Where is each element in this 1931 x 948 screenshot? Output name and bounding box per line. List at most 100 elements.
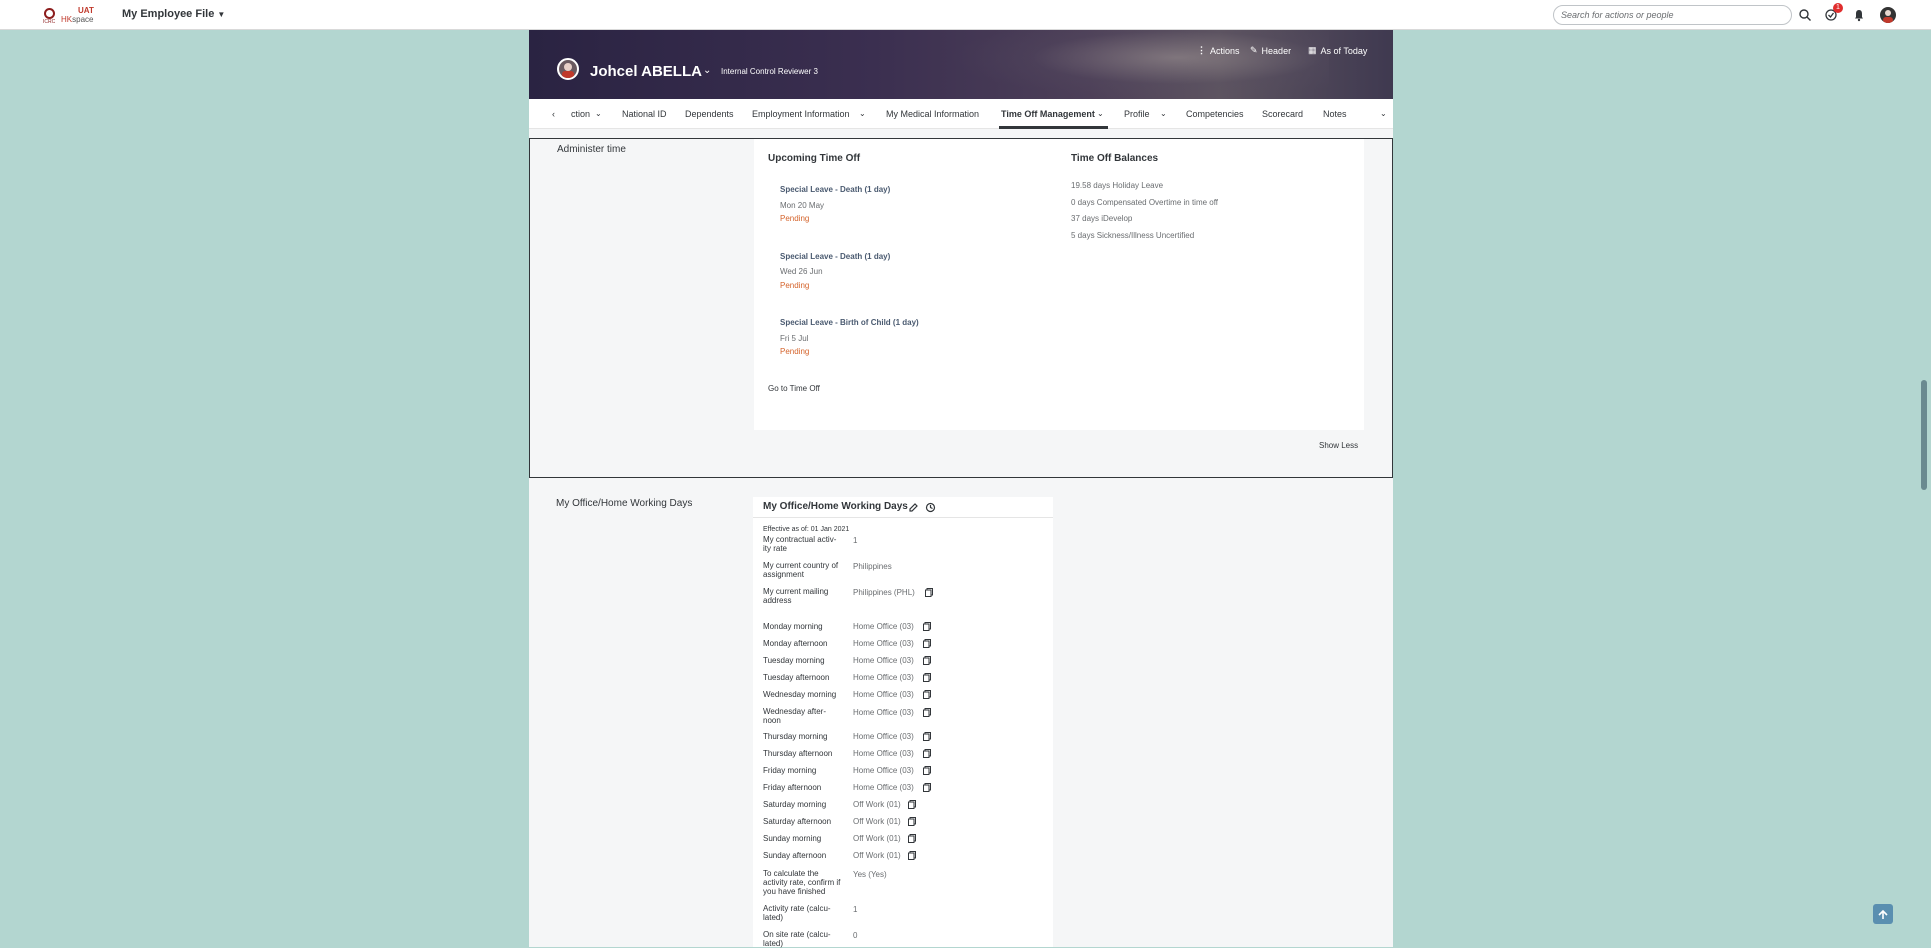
tab-scroll-left-icon[interactable]: ‹ xyxy=(552,109,555,119)
field-value: Home Office (03) xyxy=(853,732,914,741)
tab-my-medical-information[interactable]: My Medical Information xyxy=(886,109,979,119)
field-value: 1 xyxy=(853,536,858,545)
history-icon[interactable] xyxy=(925,502,936,513)
time-off-item-title[interactable]: Special Leave - Death (1 day) xyxy=(780,252,890,261)
document-history-icon[interactable] xyxy=(923,690,931,699)
document-history-icon[interactable] xyxy=(923,708,931,717)
document-history-icon[interactable] xyxy=(923,766,931,775)
as-of-today-button[interactable]: ▦ As of Today xyxy=(1308,45,1367,56)
time-off-item-title[interactable]: Special Leave - Death (1 day) xyxy=(780,185,890,194)
field-label: My contractual activ-ity rate xyxy=(763,535,837,553)
chevron-down-icon[interactable]: ⌄ xyxy=(1097,109,1104,118)
card-title: My Office/Home Working Days xyxy=(763,501,908,512)
field-label: Monday afternoon xyxy=(763,639,828,648)
field-value: Home Office (03) xyxy=(853,622,914,631)
time-off-item-date: Wed 26 Jun xyxy=(780,267,823,276)
edit-icon: ✎ xyxy=(1250,45,1258,55)
time-off-item-status: Pending xyxy=(780,214,810,223)
chevron-down-icon[interactable]: ⌄ xyxy=(1160,109,1167,118)
employee-avatar[interactable] xyxy=(557,58,579,80)
hrspace-logo[interactable]: ICRC UAT HKspace xyxy=(40,6,98,26)
actions-button[interactable]: ⋮ Actions xyxy=(1197,45,1240,56)
field-value: Yes (Yes) xyxy=(853,870,887,879)
field-value: Home Office (03) xyxy=(853,708,914,717)
tab-overflow-icon[interactable]: ⌄ xyxy=(1380,109,1387,118)
user-avatar[interactable] xyxy=(1880,7,1896,23)
show-less-link[interactable]: Show Less xyxy=(1319,441,1358,450)
balance-item: 0 days Compensated Overtime in time off xyxy=(1071,198,1219,207)
notification-badge: 1 xyxy=(1833,3,1843,13)
chevron-down-icon[interactable]: ⌄ xyxy=(595,109,602,118)
tab-national-id[interactable]: National ID xyxy=(622,109,667,119)
section-label: My Office/Home Working Days xyxy=(556,498,693,509)
header-button[interactable]: ✎ Header xyxy=(1250,45,1291,56)
arrow-up-icon xyxy=(1878,909,1888,919)
document-history-icon[interactable] xyxy=(923,656,931,665)
search-icon[interactable] xyxy=(1798,8,1812,22)
field-value: Philippines (PHL) xyxy=(853,588,915,597)
caret-down-icon: ▼ xyxy=(217,10,226,19)
tab-scorecard[interactable]: Scorecard xyxy=(1262,109,1303,119)
field-value: Off Work (01) xyxy=(853,817,901,826)
logo-uat: UAT xyxy=(78,6,94,15)
section-label: Administer time xyxy=(557,144,626,155)
tab-competencies[interactable]: Competencies xyxy=(1186,109,1244,119)
field-label: Tuesday morning xyxy=(763,656,825,665)
tab-action[interactable]: ction xyxy=(571,109,590,119)
logo-space: space xyxy=(72,15,94,24)
page-scrollbar[interactable] xyxy=(1921,380,1927,490)
logo-hk: HK xyxy=(61,15,73,24)
field-label: Monday morning xyxy=(763,622,823,631)
administer-time-section: Administer time Upcoming Time Off Specia… xyxy=(529,138,1393,478)
field-value: Home Office (03) xyxy=(853,783,914,792)
profile-header: Johcel ABELLA ⌄ Internal Control Reviewe… xyxy=(529,30,1393,99)
tab-employment-information[interactable]: Employment Information xyxy=(752,109,850,119)
field-value: Off Work (01) xyxy=(853,800,901,809)
balance-item: 19.58 days Holiday Leave xyxy=(1071,181,1164,190)
chevron-down-icon[interactable]: ⌄ xyxy=(703,65,711,76)
document-history-icon[interactable] xyxy=(923,639,931,648)
document-history-icon[interactable] xyxy=(908,800,916,809)
user-avatar-icon xyxy=(1883,10,1893,23)
time-off-item-status: Pending xyxy=(780,281,810,290)
field-label: Activity rate (calcu-lated) xyxy=(763,904,831,922)
edit-icon[interactable] xyxy=(908,502,919,513)
time-off-item-status: Pending xyxy=(780,347,810,356)
field-value: 1 xyxy=(853,905,858,914)
field-value: 0 xyxy=(853,931,858,940)
go-to-time-off-link[interactable]: Go to Time Off xyxy=(768,384,820,393)
calendar-icon: ▦ xyxy=(1308,45,1317,55)
employee-name: Johcel ABELLA xyxy=(590,63,702,80)
upcoming-time-off-title: Upcoming Time Off xyxy=(768,153,861,164)
search-input[interactable]: Search for actions or people xyxy=(1553,5,1792,25)
chevron-down-icon[interactable]: ⌄ xyxy=(859,109,866,118)
field-value: Home Office (03) xyxy=(853,656,914,665)
tab-notes[interactable]: Notes xyxy=(1323,109,1347,119)
document-history-icon[interactable] xyxy=(923,749,931,758)
as-of-today-label: As of Today xyxy=(1320,45,1368,56)
field-label: On site rate (calcu-lated) xyxy=(763,930,831,948)
document-history-icon[interactable] xyxy=(925,588,933,597)
document-history-icon[interactable] xyxy=(908,851,916,860)
app-title-menu[interactable]: My Employee File ▼ xyxy=(122,8,225,20)
field-value: Philippines xyxy=(853,562,892,571)
time-off-item-date: Mon 20 May xyxy=(780,201,825,210)
document-history-icon[interactable] xyxy=(923,732,931,741)
time-off-item-title[interactable]: Special Leave - Birth of Child (1 day) xyxy=(780,318,919,327)
document-history-icon[interactable] xyxy=(923,783,931,792)
document-history-icon[interactable] xyxy=(908,817,916,826)
document-history-icon[interactable] xyxy=(908,834,916,843)
scroll-to-top-button[interactable] xyxy=(1873,904,1893,924)
tab-profile[interactable]: Profile xyxy=(1124,109,1150,119)
employee-role: Internal Control Reviewer 3 xyxy=(721,67,818,76)
tab-time-off-management[interactable]: Time Off Management xyxy=(1001,109,1095,119)
bell-icon[interactable] xyxy=(1852,8,1866,22)
document-history-icon[interactable] xyxy=(923,622,931,631)
document-history-icon[interactable] xyxy=(923,673,931,682)
header-background xyxy=(949,30,1329,99)
field-value: Off Work (01) xyxy=(853,851,901,860)
tab-dependents[interactable]: Dependents xyxy=(685,109,734,119)
field-label: Wednesday morning xyxy=(763,690,837,699)
app-title-label: My Employee File xyxy=(122,8,215,20)
balance-item: 37 days iDevelop xyxy=(1071,214,1133,223)
